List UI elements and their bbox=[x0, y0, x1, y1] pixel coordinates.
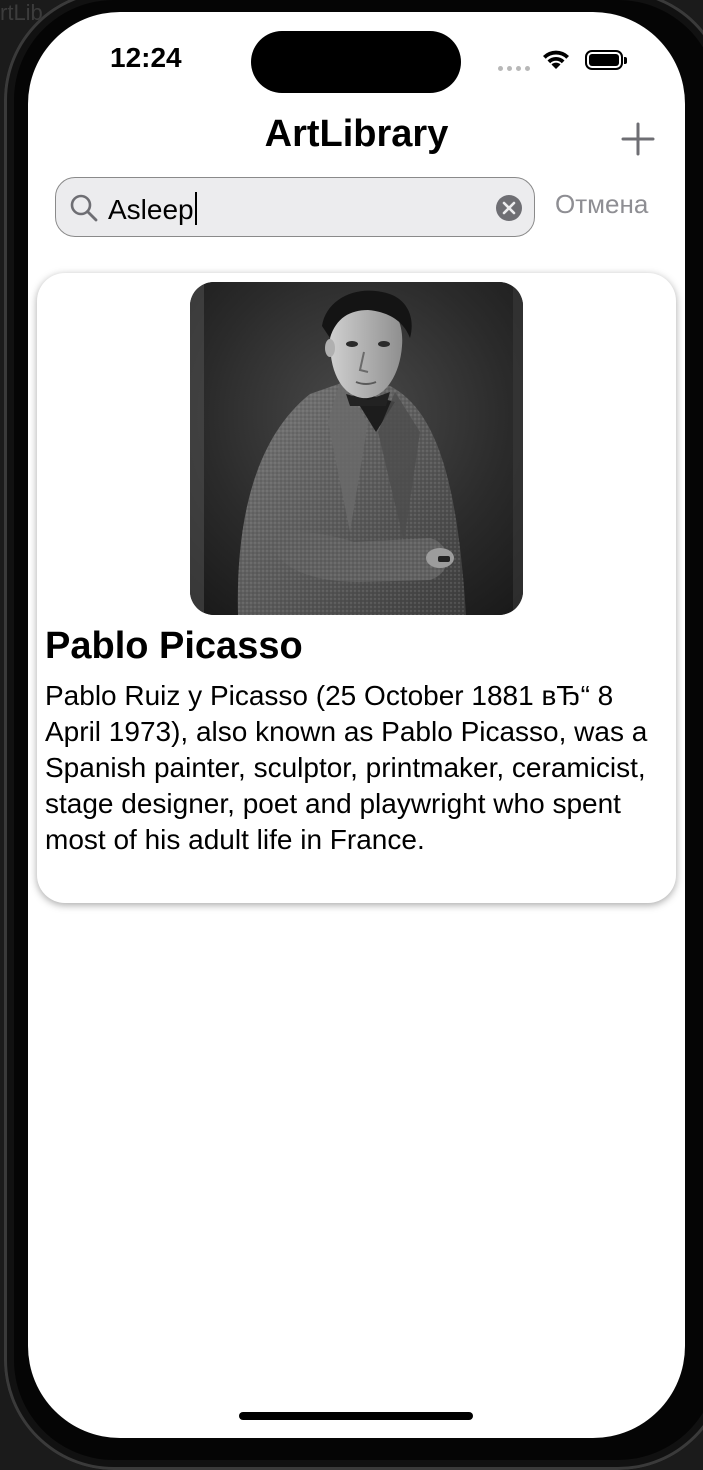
add-button[interactable] bbox=[618, 119, 658, 159]
search-input[interactable]: Asleep bbox=[55, 177, 535, 237]
home-indicator[interactable] bbox=[239, 1412, 473, 1420]
plus-icon bbox=[621, 122, 655, 156]
search-query-text: Asleep bbox=[108, 192, 197, 226]
nav-title: ArtLibrary bbox=[264, 113, 449, 155]
cancel-button[interactable]: Отмена bbox=[555, 189, 648, 220]
dynamic-island bbox=[251, 31, 461, 93]
status-time: 12:24 bbox=[110, 42, 182, 73]
search-icon bbox=[70, 194, 98, 222]
artist-portrait-image bbox=[190, 282, 523, 615]
search-query-value: Asleep bbox=[108, 194, 194, 225]
app-screen: 12:24 ArtLibrary Asleep Отмена Pablo Pic… bbox=[28, 12, 685, 1438]
artist-description: Pablo Ruiz y Picasso (25 October 1881 вЂ… bbox=[45, 680, 648, 855]
result-card[interactable]: Pablo Picasso Pablo Ruiz y Picasso (25 O… bbox=[37, 273, 676, 903]
signal-dots-icon bbox=[498, 66, 530, 71]
clear-circle-icon[interactable] bbox=[495, 194, 523, 222]
wifi-icon bbox=[543, 50, 569, 69]
text-cursor bbox=[194, 192, 197, 225]
artist-name: Pablo Picasso bbox=[45, 625, 303, 667]
status-bar: 12:24 bbox=[28, 12, 685, 112]
battery-icon bbox=[585, 50, 627, 70]
